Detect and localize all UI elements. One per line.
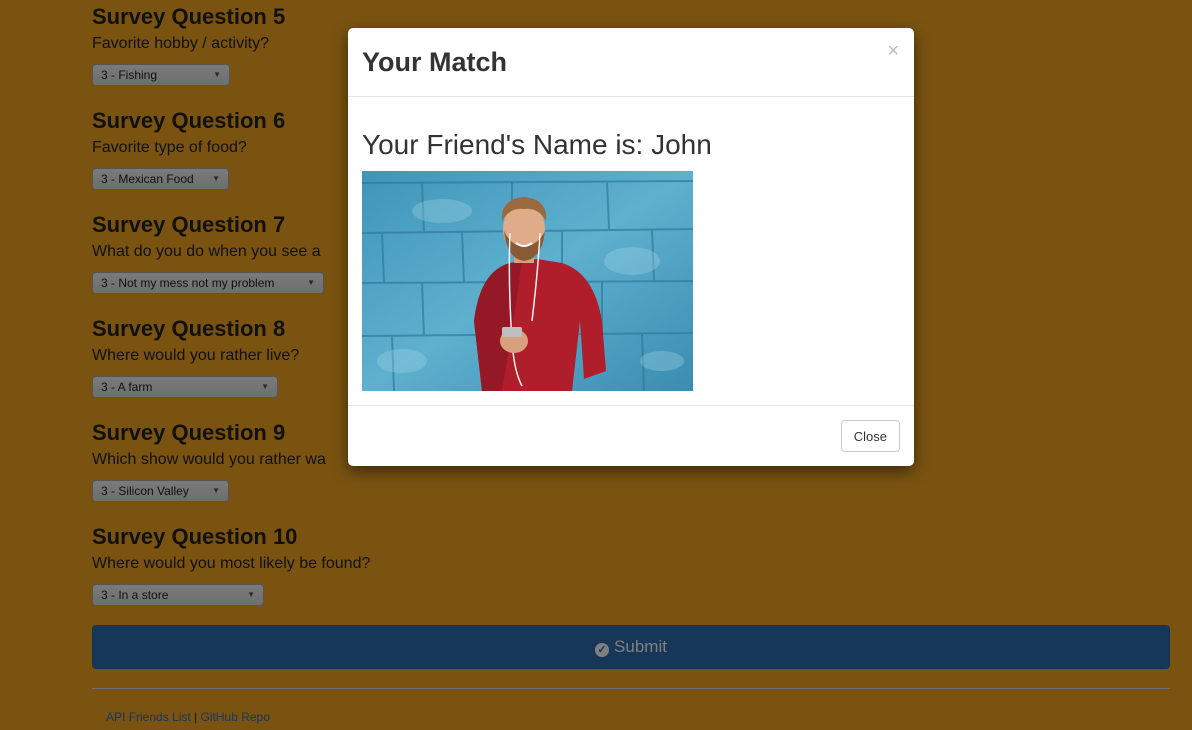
friend-name-heading: Your Friend's Name is: John <box>362 129 712 160</box>
modal-title: Your Match <box>362 47 508 77</box>
modal-footer: Close <box>348 406 914 466</box>
modal-body: Your Friend's Name is: John <box>348 97 914 406</box>
close-icon[interactable]: × <box>887 40 899 63</box>
match-modal: Your Match × Your Friend's Name is: John <box>348 28 914 466</box>
close-button[interactable]: Close <box>840 420 900 452</box>
friend-photo <box>362 171 693 391</box>
modal-header: Your Match × <box>348 28 914 97</box>
